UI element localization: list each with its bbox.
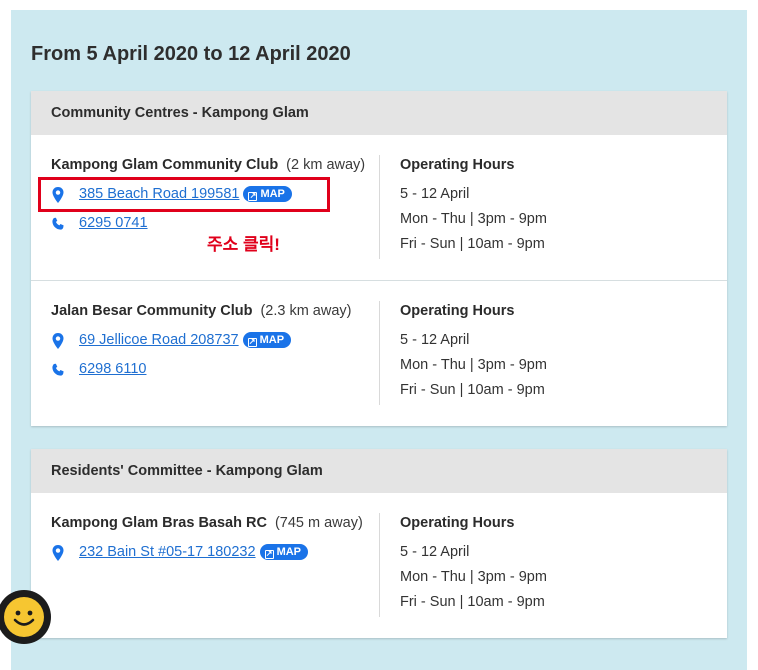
entry-distance: (2 km away)	[286, 157, 366, 173]
location-pin-icon	[52, 545, 64, 561]
annotation-text: 주소 클릭!	[207, 235, 280, 254]
map-label: MAP	[276, 546, 302, 558]
map-button[interactable]: ↗ MAP	[259, 544, 309, 560]
address-link[interactable]: 232 Bain St #05-17 180232	[79, 544, 256, 560]
list-item: Kampong Glam Bras Basah RC (745 m away) 2…	[31, 493, 727, 638]
hours-weekend: Fri - Sun | 10am - 9pm	[400, 382, 545, 398]
section-title: Community Centres - Kampong Glam	[31, 91, 727, 135]
entry-name: Kampong Glam Community Club	[51, 157, 279, 173]
hours-weekday: Mon - Thu | 3pm - 9pm	[400, 357, 547, 373]
hours-dates: 5 - 12 April	[400, 332, 470, 348]
entry-name-row: Jalan Besar Community Club (2.3 km away)	[51, 303, 381, 323]
smiley-face-icon	[13, 610, 35, 626]
section-title: Residents' Committee - Kampong Glam	[31, 449, 727, 493]
location-pin-icon	[52, 333, 64, 349]
entry-distance: (2.3 km away)	[260, 303, 352, 319]
operating-hours: Operating Hours 5 - 12 April Mon - Thu |…	[400, 157, 547, 261]
operating-hours: Operating Hours 5 - 12 April Mon - Thu |…	[400, 515, 547, 619]
entry-details: Kampong Glam Bras Basah RC (745 m away) 2…	[51, 515, 381, 572]
entry-name-row: Kampong Glam Community Club (2 km away)	[51, 157, 381, 177]
section-residents-committee: Residents' Committee - Kampong Glam Kamp…	[31, 449, 727, 638]
section-community-centres: Community Centres - Kampong Glam Kampong…	[31, 91, 727, 426]
external-link-icon: ↗	[247, 337, 257, 347]
hours-weekend: Fri - Sun | 10am - 9pm	[400, 236, 545, 252]
hours-weekday: Mon - Thu | 3pm - 9pm	[400, 211, 547, 227]
address-row: 232 Bain St #05-17 180232 ↗ MAP	[51, 543, 381, 572]
address-link[interactable]: 69 Jellicoe Road 208737	[79, 332, 239, 348]
divider	[379, 513, 380, 617]
phone-row: 6298 6110	[51, 360, 381, 389]
entry-name-row: Kampong Glam Bras Basah RC (745 m away)	[51, 515, 381, 535]
operating-hours: Operating Hours 5 - 12 April Mon - Thu |…	[400, 303, 547, 407]
smiley-chat-icon	[4, 597, 44, 637]
phone-icon	[52, 217, 64, 230]
divider	[379, 301, 380, 405]
address-highlight-box	[38, 177, 330, 212]
hours-title: Operating Hours	[400, 515, 515, 531]
phone-link[interactable]: 6295 0741	[79, 215, 148, 231]
external-link-icon: ↗	[264, 549, 274, 559]
hours-weekend: Fri - Sun | 10am - 9pm	[400, 594, 545, 610]
hours-title: Operating Hours	[400, 157, 515, 173]
list-item: Jalan Besar Community Club (2.3 km away) …	[31, 281, 727, 426]
hours-dates: 5 - 12 April	[400, 544, 470, 560]
chat-button[interactable]	[0, 590, 51, 644]
results-panel: From 5 April 2020 to 12 April 2020 Commu…	[11, 10, 747, 670]
page-heading: From 5 April 2020 to 12 April 2020	[31, 43, 351, 65]
divider	[379, 155, 380, 259]
entry-details: Jalan Besar Community Club (2.3 km away) …	[51, 303, 381, 389]
map-label: MAP	[259, 334, 285, 346]
hours-title: Operating Hours	[400, 303, 515, 319]
phone-link[interactable]: 6298 6110	[79, 361, 146, 377]
entry-name: Jalan Besar Community Club	[51, 303, 253, 319]
hours-weekday: Mon - Thu | 3pm - 9pm	[400, 569, 547, 585]
map-button[interactable]: ↗ MAP	[242, 332, 292, 348]
entry-name: Kampong Glam Bras Basah RC	[51, 515, 267, 531]
hours-dates: 5 - 12 April	[400, 186, 470, 202]
phone-icon	[52, 363, 64, 376]
address-row: 69 Jellicoe Road 208737 ↗ MAP	[51, 331, 381, 360]
entry-distance: (745 m away)	[274, 515, 363, 531]
